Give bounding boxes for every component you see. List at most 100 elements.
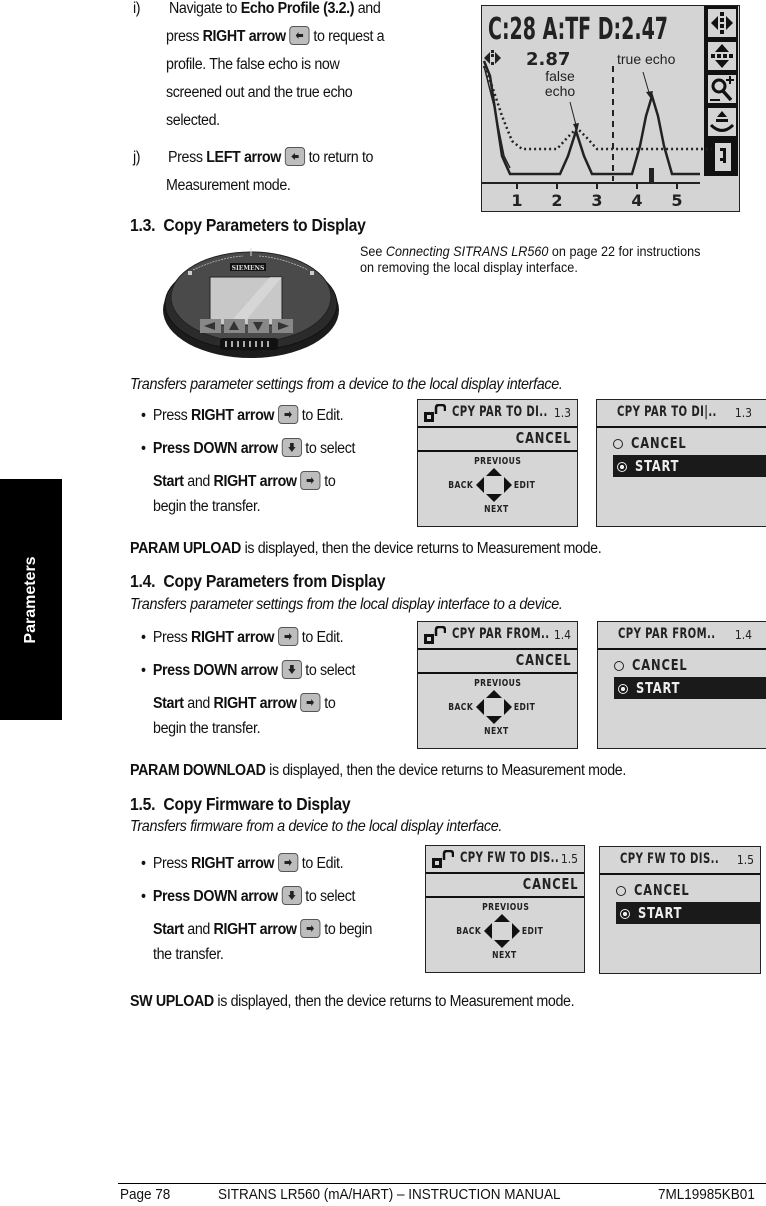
nav-next: NEXT xyxy=(484,726,509,737)
side-tab-label: Parameters xyxy=(22,555,39,644)
right-arrow-key-icon xyxy=(277,405,299,424)
false-echo-label-1: false xyxy=(545,68,575,84)
s15-bullet-2-cont2: the transfer. xyxy=(153,946,224,963)
right-arrow-key-icon xyxy=(300,919,321,938)
step-i-line1: Navigate to Echo Profile (3.2.) and xyxy=(169,0,381,17)
s14-bullet-1: • Press RIGHT arrow to Edit. xyxy=(141,627,344,646)
nav-edit: EDIT xyxy=(513,702,536,713)
x-tick-label: 5 xyxy=(671,191,682,210)
option-cancel[interactable]: CANCEL xyxy=(614,654,697,676)
brand-label: SIEMENS xyxy=(232,265,265,272)
false-echo-label-2: echo xyxy=(545,83,576,99)
zoom-in-icon[interactable] xyxy=(708,75,736,103)
horizontal-pan-icon[interactable] xyxy=(708,9,736,37)
right-arrow-key-icon xyxy=(277,627,299,646)
lcd-param-number: 1.4 xyxy=(553,628,571,642)
lcd-param-number: 1.5 xyxy=(560,852,578,866)
lcd-value: CANCEL xyxy=(515,429,571,447)
echo-profile-graph: C:28 A:TF D:2.47 2.87 false echo true ec… xyxy=(482,6,738,210)
lcd-title: CPY FW TO DIS.. xyxy=(460,850,560,866)
section-1-3-note: See Connecting SITRANS LR560 on page 22 … xyxy=(360,243,701,275)
lcd-param-number: 1.3 xyxy=(553,406,571,420)
section-1-4-result: PARAM DOWNLOAD is displayed, then the de… xyxy=(130,762,626,779)
x-tick-label: 1 xyxy=(511,191,522,210)
section-1-3-description: Transfers parameter settings from a devi… xyxy=(130,376,563,393)
side-tab: Parameters xyxy=(0,479,62,720)
lcd-title: CPY PAR FROM.. xyxy=(452,626,550,642)
footer-page-number: Page 78 xyxy=(120,1186,171,1203)
navigation-diamond-icon xyxy=(484,914,520,948)
nav-edit: EDIT xyxy=(521,926,544,937)
nav-previous: PREVIOUS xyxy=(474,678,522,689)
s13-bullet-2: • Press DOWN arrow to select xyxy=(141,438,356,457)
s14-bullet-2-cont2: begin the transfer. xyxy=(153,720,261,737)
s15-bullet-2: • Press DOWN arrow to select xyxy=(141,886,356,905)
nav-previous: PREVIOUS xyxy=(474,456,522,467)
lcd-title: CPY PAR FROM.. xyxy=(618,626,716,642)
lcd-value: CANCEL xyxy=(515,651,571,669)
profile-header: C:28 A:TF D:2.47 xyxy=(488,12,668,47)
navigation-diamond-icon xyxy=(476,468,512,502)
section-1-5-result: SW UPLOAD is displayed, then the device … xyxy=(130,993,575,1010)
x-tick-label: 2 xyxy=(551,191,562,210)
nav-next: NEXT xyxy=(484,504,509,515)
exit-icon[interactable] xyxy=(715,143,731,171)
step-j-marker: j) xyxy=(133,149,141,166)
s15-bullet-1: • Press RIGHT arrow to Edit. xyxy=(141,853,344,872)
down-arrow-key-icon xyxy=(281,886,302,905)
vertical-pan-icon[interactable] xyxy=(708,42,736,70)
nav-back: BACK xyxy=(456,926,482,937)
measure-icon[interactable] xyxy=(708,108,736,136)
lcd-select-screen-1-4: CPY PAR FROM.. 1.4 CANCEL START xyxy=(597,621,766,749)
nav-next: NEXT xyxy=(492,950,517,961)
lcd-select-screen-1-5: CPY FW TO DIS.. 1.5 CANCEL START xyxy=(599,846,761,974)
footer-manual-title: SITRANS LR560 (mA/HART) – INSTRUCTION MA… xyxy=(218,1186,561,1203)
section-1-4-description: Transfers parameter settings from the lo… xyxy=(130,596,563,613)
lcd-edit-screen-1-4: CPY PAR FROM.. 1.4 CANCEL PREVIOUS BACK … xyxy=(417,621,578,749)
lcd-param-number: 1.3 xyxy=(734,406,752,420)
lcd-edit-screen-1-5: CPY FW TO DIS.. 1.5 CANCEL PREVIOUS BACK… xyxy=(425,845,585,973)
step-i-line3: profile. The false echo is now xyxy=(166,56,340,73)
footer-doc-id: 7ML19985KB01 xyxy=(658,1186,755,1203)
option-start-selected[interactable]: START xyxy=(613,455,766,477)
lcd-param-number: 1.4 xyxy=(734,628,752,642)
right-arrow-key-icon xyxy=(300,693,321,712)
lcd-title: CPY FW TO DIS.. xyxy=(620,851,720,867)
nav-previous: PREVIOUS xyxy=(482,902,530,913)
step-i-marker: i) xyxy=(133,0,141,17)
option-start-selected[interactable]: START xyxy=(614,677,766,699)
x-tick-label: 4 xyxy=(631,191,642,210)
section-1-5-description: Transfers firmware from a device to the … xyxy=(130,818,503,835)
step-i-line4: screened out and the true echo xyxy=(166,84,353,101)
s13-bullet-2-cont2: begin the transfer. xyxy=(153,498,261,515)
cursor-pan-icon xyxy=(484,50,501,65)
step-j-line2: Measurement mode. xyxy=(166,177,291,194)
s13-bullet-1: • Press RIGHT arrow to Edit. xyxy=(141,405,344,424)
lcd-select-screen-1-3: CPY PAR TO DI|.. 1.3 CANCEL START xyxy=(596,399,766,527)
navigation-diamond-icon xyxy=(476,690,512,724)
section-1-3-heading: 1.3. Copy Parameters to Display xyxy=(130,215,366,235)
link-connecting-sitrans[interactable]: Connecting SITRANS LR560 xyxy=(386,243,548,259)
cursor-value: 2.87 xyxy=(526,49,570,70)
lcd-title: CPY PAR TO DI.. xyxy=(452,404,548,420)
step-j-line1: Press LEFT arrow to return to xyxy=(168,147,374,166)
nav-edit: EDIT xyxy=(513,480,536,491)
option-start-selected[interactable]: START xyxy=(616,902,760,924)
footer-divider xyxy=(118,1183,766,1184)
option-cancel[interactable]: CANCEL xyxy=(613,432,696,454)
section-1-5-heading: 1.5. Copy Firmware to Display xyxy=(130,794,351,814)
x-tick-label: 3 xyxy=(591,191,602,210)
nav-back: BACK xyxy=(448,702,474,713)
section-1-4-heading: 1.4. Copy Parameters from Display xyxy=(130,571,386,591)
lcd-edit-screen-1-3: CPY PAR TO DI.. 1.3 CANCEL PREVIOUS BACK… xyxy=(417,399,578,527)
lcd-value: CANCEL xyxy=(522,875,578,893)
right-arrow-key-icon xyxy=(277,853,299,872)
local-display-device-image: SIEMENS xyxy=(158,240,344,360)
down-arrow-key-icon xyxy=(281,660,302,679)
lcd-title: CPY PAR TO DI|.. xyxy=(617,404,717,420)
true-echo-label: true echo xyxy=(617,51,676,67)
step-i-line2: press RIGHT arrow to request a xyxy=(166,26,385,45)
unlock-icon xyxy=(424,404,446,422)
option-cancel[interactable]: CANCEL xyxy=(616,879,699,901)
left-arrow-key-icon xyxy=(284,147,305,166)
